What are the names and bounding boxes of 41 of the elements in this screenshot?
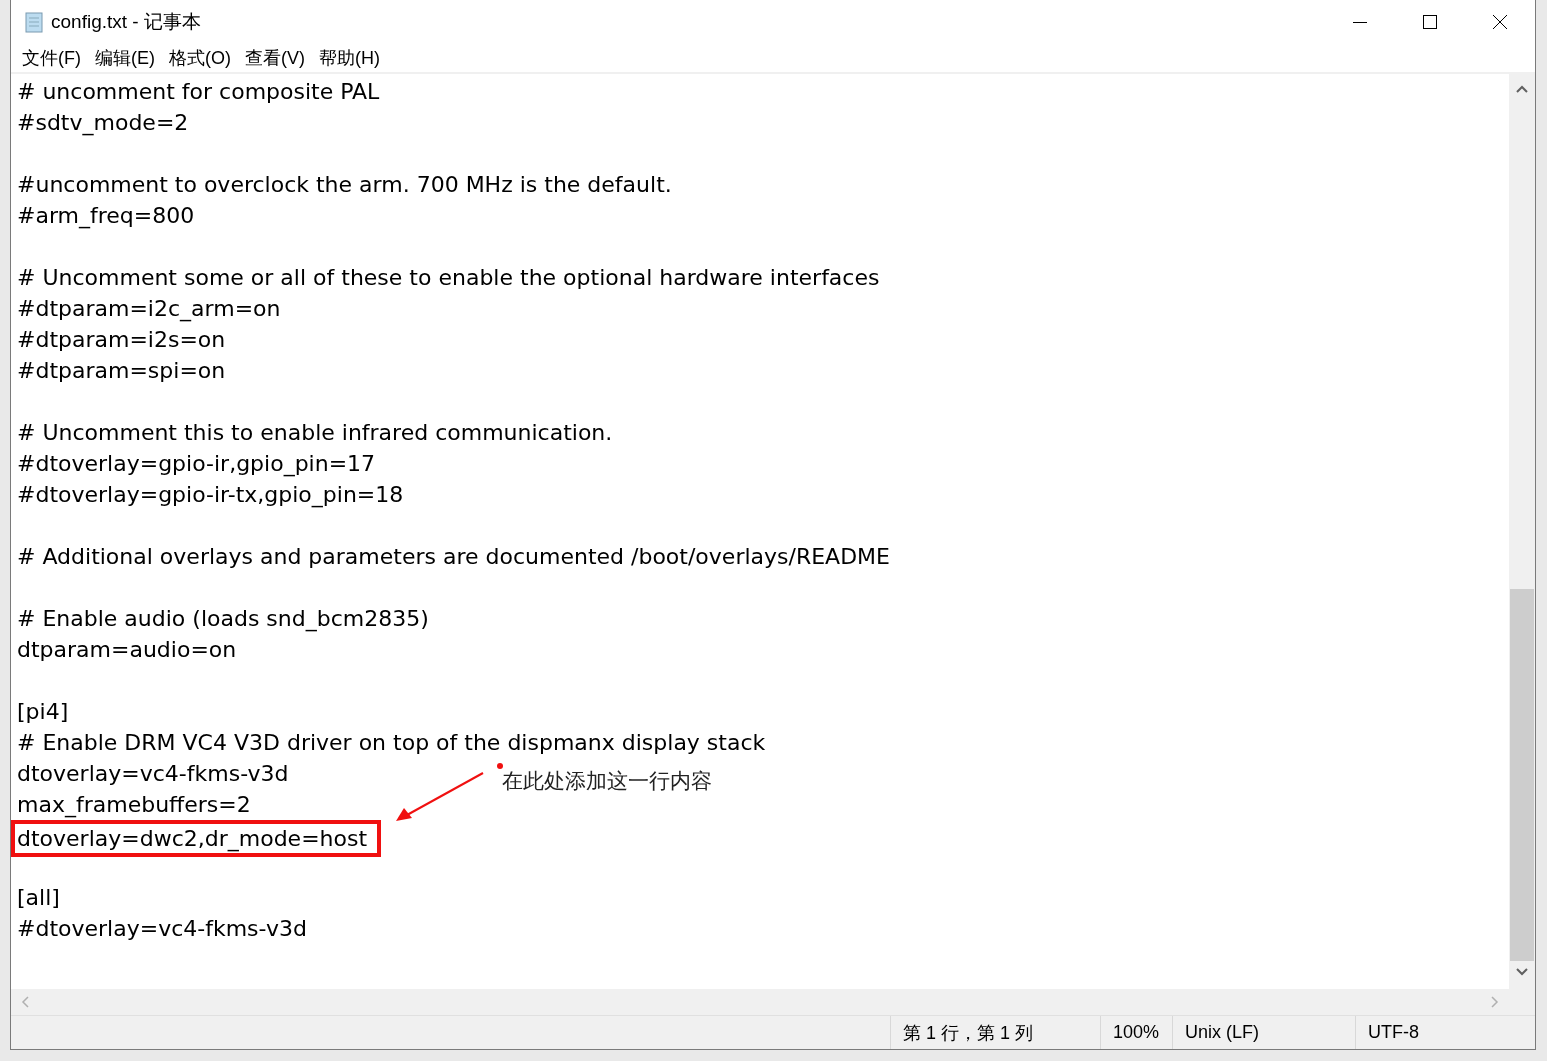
code-line: #uncomment to overclock the arm. 700 MHz is the default. xyxy=(17,171,672,199)
scroll-right-icon[interactable] xyxy=(1489,995,1501,1009)
dot-icon xyxy=(497,763,503,769)
code-line: #arm_freq=800 xyxy=(17,202,195,231)
status-text: UTF-8 xyxy=(1355,1016,1535,1049)
minimize-icon xyxy=(1353,21,1367,23)
code-line: # Uncomment some or all of these to enable the optional hardware interfaces xyxy=(17,264,880,292)
horizontal-scrollbar[interactable] xyxy=(11,989,1509,1015)
vertical-scrollbar[interactable] xyxy=(1509,74,1535,989)
code-line: #dtoverlay=gpio-ir-tx,gpio_pin=18 xyxy=(17,481,404,510)
code-line: [all] xyxy=(17,884,60,912)
code-line: #dtoverlay=vc4-fkms-v3d xyxy=(17,915,307,943)
code-line: # Enable audio (loads snd_bcm2835) xyxy=(17,605,429,634)
code-line: #dtoverlay=gpio-ir,gpio_pin=17 xyxy=(17,450,376,479)
code-line: #dtparam=i2s=on xyxy=(17,326,226,354)
code-line: #dtparam=spi=on xyxy=(17,357,226,385)
code-line: dtoverlay=vc4-fkms-v3d xyxy=(17,760,289,788)
code-line: # Additional overlays and parameters are documented /boot/overlays/README xyxy=(17,543,890,571)
window-title: config.txt - 记事本 xyxy=(51,10,202,34)
scrollbar-thumb[interactable] xyxy=(1510,589,1534,961)
scroll-left-icon[interactable] xyxy=(19,995,31,1009)
menu-item[interactable]: 帮助(H) xyxy=(312,46,387,70)
status-text: 100% xyxy=(1100,1016,1172,1049)
code-line: # Enable DRM VC4 V3D driver on top of the dispmanx display stack xyxy=(17,729,766,757)
menu-item[interactable]: 编辑(E) xyxy=(88,46,162,70)
menu-item[interactable]: 文件(F) xyxy=(15,46,88,70)
maximize-icon xyxy=(1422,14,1438,30)
status-text: 第 1 行，第 1 列 xyxy=(890,1016,1100,1049)
close-icon xyxy=(1492,14,1508,30)
menu-item[interactable]: 查看(V) xyxy=(238,46,312,70)
annotation-text: 在此处添加这一行内容 xyxy=(502,768,712,795)
notepad-icon xyxy=(23,11,45,33)
status-text: Unix (LF) xyxy=(1172,1016,1355,1049)
code-line: dtparam=audio=on xyxy=(17,636,237,664)
code-line: #sdtv_mode=2 xyxy=(17,109,189,138)
code-line: # Uncomment this to enable infrared communication. xyxy=(17,419,613,447)
code-line: #dtparam=i2c_arm=on xyxy=(17,295,281,324)
menu-item[interactable]: 格式(O) xyxy=(162,46,238,70)
code-line: # uncomment for composite PAL xyxy=(17,78,380,106)
code-line: [pi4] xyxy=(17,698,69,726)
code-line: max_framebuffers=2 xyxy=(17,791,251,820)
